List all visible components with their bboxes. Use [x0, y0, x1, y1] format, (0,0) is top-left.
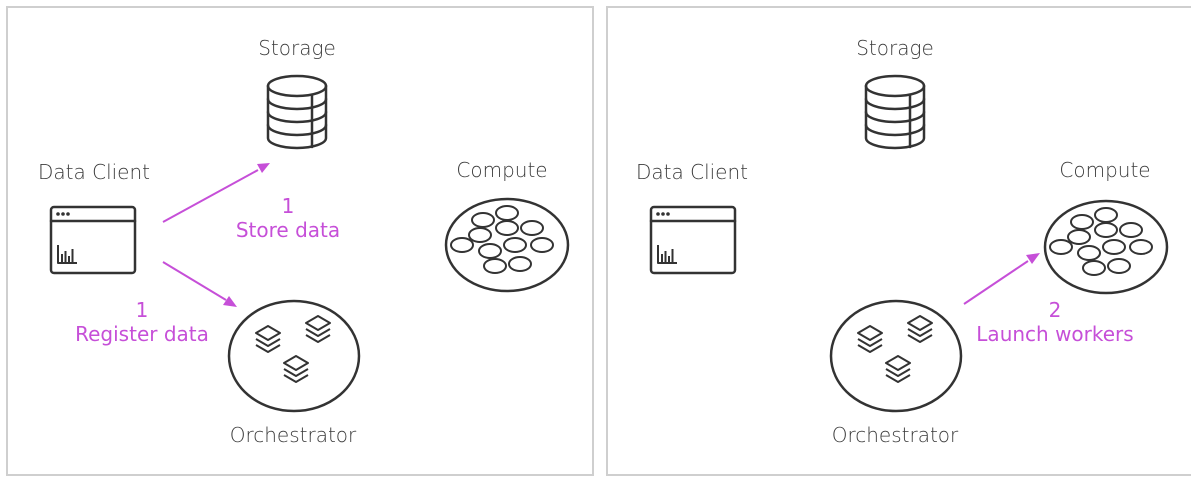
- browser-chart-icon: [649, 205, 737, 275]
- diagram-graphics: [649, 74, 1169, 413]
- layers-icon: [255, 325, 281, 353]
- database-icon: [266, 74, 328, 150]
- layers-icon: [885, 355, 911, 383]
- arrow-client-to-storage: [162, 163, 270, 223]
- layers-icon: [857, 325, 883, 353]
- layers-icon: [907, 315, 933, 343]
- orchestrator-layers-icon: [829, 299, 963, 413]
- arrow-orchestrator-to-compute: [963, 253, 1040, 305]
- orchestrator-layers-icon: [227, 299, 361, 413]
- compute-cluster-icon: [1043, 199, 1169, 295]
- browser-chart-icon: [49, 205, 137, 275]
- database-icon: [864, 74, 926, 150]
- layers-icon: [283, 355, 309, 383]
- diagram-panel-left: Storage Data Client Compute Orchestrator…: [6, 6, 594, 476]
- diagram-panel-right: Storage Data Client Compute Orchestrator…: [606, 6, 1191, 476]
- arrow-client-to-orchestrator: [162, 261, 237, 307]
- diagram-graphics: [49, 74, 570, 413]
- layers-icon: [305, 315, 331, 343]
- compute-cluster-icon: [444, 197, 570, 293]
